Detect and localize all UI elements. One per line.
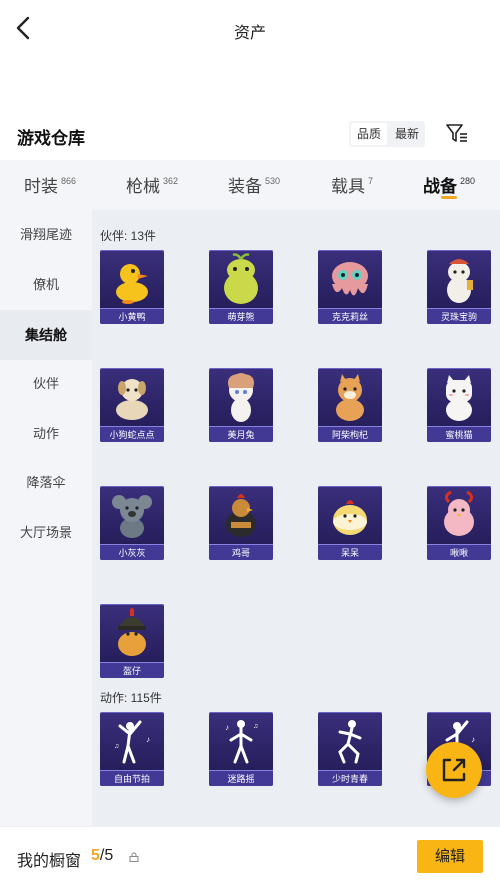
top-bar: 资产	[0, 0, 500, 58]
chick-icon	[333, 500, 367, 535]
item-card[interactable]: 小狗蛇点点	[100, 368, 164, 442]
yellow-duck-icon	[116, 264, 148, 304]
dog-icon	[116, 379, 148, 420]
sidebar-item-lobby-scene[interactable]: 大厅场景	[0, 508, 92, 558]
section-label-emote: 动作: 115件	[100, 691, 162, 705]
sidebar-item-wingman[interactable]: 僚机	[0, 260, 92, 310]
item-card[interactable]: 阿柴枸杞	[318, 368, 382, 442]
item-card[interactable]: 灵珠宝驹	[427, 250, 491, 324]
sidebar: 滑翔尾迹 僚机 集结舱 伙伴 动作 降落伞 大厅场景	[0, 210, 92, 826]
filter-icon[interactable]	[445, 121, 469, 145]
item-grid: 伙伴: 13件 小黄鸭 萌芽熊 克克莉丝 灵珠宝驹 小狗蛇点点 美月兔 阿柴枸杞…	[92, 210, 500, 826]
item-card[interactable]: 呆呆	[318, 486, 382, 560]
warehouse-title: 游戏仓库	[17, 129, 85, 148]
item-card[interactable]: 啾啾	[427, 486, 491, 560]
cat-icon	[446, 375, 472, 421]
octopus-icon	[332, 262, 368, 296]
edit-button[interactable]: 编辑	[417, 840, 483, 873]
share-icon	[442, 758, 466, 782]
section-label-partner: 伙伴: 13件	[100, 229, 157, 243]
showcase-count: 5/5	[91, 847, 114, 864]
item-card[interactable]: 小灰灰	[100, 486, 164, 560]
share-button[interactable]	[426, 742, 482, 798]
lock-icon	[129, 852, 139, 862]
svg-text:♫: ♫	[253, 723, 258, 730]
item-card[interactable]: 鸡哥	[209, 486, 273, 560]
showcase-bar: 我的橱窗 5/5 编辑	[0, 826, 500, 885]
pink-bird-icon	[444, 490, 474, 536]
tab-readiness[interactable]: 战备 280	[423, 172, 475, 197]
sort-quality-button[interactable]: 品质	[351, 123, 388, 145]
item-card[interactable]: 蜜桃猫	[427, 368, 491, 442]
tab-guns[interactable]: 枪械 362	[126, 172, 178, 197]
sidebar-item-glide-trail[interactable]: 滑翔尾迹	[0, 210, 92, 260]
helmet-chick-icon	[118, 608, 146, 656]
item-card[interactable]: 小黄鸭	[100, 250, 164, 324]
rooster-icon	[226, 494, 256, 537]
dance-pose-icon: ♪♫	[225, 720, 258, 764]
item-card[interactable]: 美月兔	[209, 368, 273, 442]
pony-icon	[447, 259, 473, 303]
svg-text:♪: ♪	[146, 735, 150, 744]
grey-koala-icon	[112, 495, 152, 538]
sidebar-item-rally-pod[interactable]: 集结舱	[0, 310, 92, 360]
dance-pose-icon	[338, 720, 362, 764]
item-card[interactable]: 少时青春	[318, 712, 382, 786]
tab-fashion[interactable]: 时装 866	[24, 172, 76, 197]
item-card[interactable]: 克克莉丝	[318, 250, 382, 324]
page-title: 资产	[233, 25, 266, 42]
sort-latest-button[interactable]: 最新	[389, 121, 425, 147]
sidebar-item-partner[interactable]: 伙伴	[0, 359, 92, 409]
sidebar-item-emote[interactable]: 动作	[0, 409, 92, 459]
rabbit-icon	[228, 373, 254, 422]
svg-text:♪: ♪	[225, 723, 229, 732]
item-card[interactable]: ♪ ♫ 迷路摇	[209, 712, 273, 786]
tab-vehicles[interactable]: 载具 7	[331, 172, 373, 197]
tab-equipment[interactable]: 装备 530	[228, 172, 280, 197]
active-tab-indicator	[441, 196, 457, 199]
dance-pose-icon: ♪♫	[114, 720, 150, 764]
item-card[interactable]: 萌芽熊	[209, 250, 273, 324]
svg-text:♫: ♫	[114, 743, 119, 750]
sprout-bear-icon	[224, 253, 258, 304]
sidebar-item-parachute[interactable]: 降落伞	[0, 458, 92, 508]
showcase-label: 我的橱窗	[17, 853, 82, 870]
category-tabs: 时装 866 枪械 362 装备 530 载具 7 战备 280	[0, 160, 500, 210]
item-card[interactable]: ♪ ♫ 自由节拍	[100, 712, 164, 786]
shiba-icon	[336, 374, 364, 421]
sort-toggle: 品质 最新	[349, 121, 426, 147]
item-card[interactable]: 盔仔	[100, 604, 164, 678]
